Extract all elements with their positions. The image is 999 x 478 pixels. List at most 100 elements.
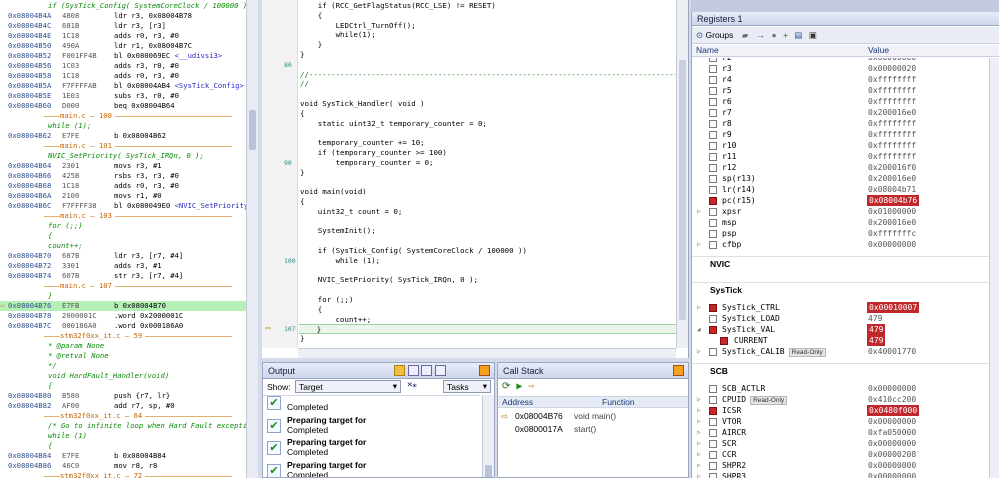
disasm-row[interactable]: 0x08004B58 1C18 adds r0, r3, #0 <box>0 71 246 81</box>
source-editor[interactable]: 80 90 100 107 ⇨ if (RCC_GetFlagStatus(RCC_LS… <box>262 0 689 358</box>
disasm-row[interactable]: 0x08004B5E 1E03 subs r3, r0, #0 <box>0 91 246 101</box>
disasm-row[interactable]: { <box>0 441 246 451</box>
disasm-row[interactable]: 0x08004B70 687B ldr r3, [r7, #4] <box>0 251 246 261</box>
disasm-row[interactable]: 0x08004B74 607B str r3, [r7, #4] <box>0 271 246 281</box>
call-stack-row[interactable]: ⇨ 0x08004B76 void main() <box>498 411 688 423</box>
disassembly-scrollbar[interactable] <box>246 0 258 478</box>
output-entry[interactable]: ✔ Preparing target for Completed <box>265 435 480 459</box>
code-line[interactable]: { <box>300 109 304 119</box>
register-section-scb[interactable]: SCB <box>692 363 989 377</box>
register-value[interactable]: 0x01000000 <box>868 206 916 217</box>
column-name[interactable]: Name <box>696 45 719 55</box>
register-row[interactable]: msp 0x200016e0 <box>692 217 989 228</box>
disasm-row[interactable]: 0x08004B62 E7FE b 0x08004B62 <box>0 131 246 141</box>
register-value[interactable]: 0x00000000 <box>868 416 916 427</box>
code-line[interactable]: { <box>300 197 304 207</box>
register-value[interactable]: 0x00000208 <box>868 449 916 460</box>
disasm-row[interactable]: 0x08004B4E 1C18 adds r0, r3, #0 <box>0 31 246 41</box>
register-value[interactable]: 0xfffffffc <box>868 228 916 239</box>
register-value[interactable]: 0x00000000 <box>868 239 916 250</box>
output-close-icon[interactable] <box>479 365 490 376</box>
output-entry[interactable]: ✔ Preparing target for Completed <box>265 413 480 437</box>
stop-icon[interactable]: ● <box>772 30 777 40</box>
registers-scrollbar[interactable] <box>989 58 999 478</box>
register-row[interactable]: ▷ SCR 0x00000000 <box>692 438 989 449</box>
clear-output-icon[interactable]: ✕⁎ <box>407 380 417 390</box>
editor-horizontal-scrollbar[interactable] <box>298 348 676 358</box>
register-value[interactable]: 479 <box>867 335 886 346</box>
code-line[interactable]: { <box>300 305 322 315</box>
disasm-row[interactable]: 0x08004B4C 681B ldr r3, [r3] <box>0 21 246 31</box>
disasm-row[interactable]: { <box>0 381 246 391</box>
register-row[interactable]: ◢ SysTick_VAL 479 <box>692 324 989 335</box>
code-line[interactable]: for (;;) <box>300 295 354 305</box>
code-line[interactable]: } <box>300 50 304 60</box>
code-line[interactable]: // <box>300 79 309 89</box>
output-scrollbar[interactable] <box>482 395 494 477</box>
disasm-row[interactable]: main.c — 100 <box>0 111 246 121</box>
register-row[interactable]: ▷ SysTick_CTRL 0x00010007 <box>692 302 989 313</box>
register-row[interactable]: pc(r15) 0x08004b76 <box>692 195 989 206</box>
code-line[interactable]: if (RCC_GetFlagStatus(RCC_LSE) != RESET) <box>300 1 496 11</box>
disasm-row[interactable]: 0x08004B86 46C0 mov r8, r8 <box>0 461 246 471</box>
column-value[interactable]: Value <box>868 45 889 55</box>
disasm-row[interactable]: 0x08004B7C 000186A0 .word 0x000186A0 <box>0 321 246 331</box>
register-value[interactable]: 0xffffffff <box>868 151 916 162</box>
register-value[interactable]: 0x410cc200 <box>868 394 916 405</box>
register-row[interactable]: r10 0xffffffff <box>692 140 989 151</box>
output-entry[interactable]: ✔ Completed <box>265 390 480 414</box>
refresh-icon[interactable]: ⟳ <box>502 381 510 392</box>
register-value[interactable]: 0x40001770 <box>868 346 916 357</box>
register-value[interactable]: 0x00000000 <box>868 438 916 449</box>
register-row[interactable]: r7 0x200016e0 <box>692 107 989 118</box>
disasm-row[interactable]: 0x08004B4A 4808 ldr r3, 0x08004B78 <box>0 11 246 21</box>
register-row[interactable]: r5 0xffffffff <box>692 85 989 96</box>
disasm-row[interactable]: 0x08004B66 425B rsbs r3, r3, #0 <box>0 171 246 181</box>
code-line[interactable]: { <box>300 11 322 21</box>
register-section-systick[interactable]: SysTick <box>692 282 989 296</box>
disasm-row[interactable]: count++; <box>0 241 246 251</box>
eraser-icon[interactable]: ▰ <box>742 30 749 40</box>
register-row[interactable]: lr(r14) 0x08004b71 <box>692 184 989 195</box>
disasm-row[interactable]: * @retval None <box>0 351 246 361</box>
code-line[interactable]: if (SysTick_Config( SystemCoreClock / 10… <box>300 246 527 256</box>
disasm-row[interactable]: void HardFault_Handler(void) <box>0 371 246 381</box>
disasm-row[interactable]: 0x08004B84 E7FE b 0x08004B84 <box>0 451 246 461</box>
column-address[interactable]: Address <box>502 397 533 407</box>
disasm-row[interactable]: } <box>0 291 246 301</box>
register-row[interactable]: ▷ VTOR 0x00000000 <box>692 416 989 427</box>
register-value[interactable]: 0x0480f000 <box>867 405 920 416</box>
register-row[interactable]: SysTick_LOAD 479 <box>692 313 989 324</box>
add-icon[interactable]: + <box>783 30 788 40</box>
register-value[interactable]: 0x00000000 <box>868 383 916 394</box>
register-section-nvic[interactable]: NVIC <box>692 256 989 270</box>
step-icon[interactable]: → <box>757 30 766 40</box>
register-row[interactable]: r4 0xffffffff <box>692 74 989 85</box>
disasm-row[interactable]: NVIC_SetPriority( SysTick_IRQn, 0 ); <box>0 151 246 161</box>
disasm-row[interactable]: 0x08004B52 F001FF4B bl 0x080069EC <__udivs… <box>0 51 246 61</box>
disasm-row[interactable]: main.c — 103 <box>0 211 246 221</box>
groups-chevron-icon[interactable]: ⊙ <box>696 30 703 40</box>
register-row[interactable]: ▷ CCR 0x00000208 <box>692 449 989 460</box>
register-row[interactable]: r11 0xffffffff <box>692 151 989 162</box>
register-value[interactable]: 0x08004b76 <box>867 195 920 206</box>
register-row[interactable]: r3 0x00000020 <box>692 63 989 74</box>
run-icon[interactable]: ▶ <box>516 381 522 392</box>
register-value[interactable]: 0xffffffff <box>868 74 916 85</box>
output-copy-icon[interactable] <box>407 365 419 377</box>
disasm-row[interactable]: * @param None <box>0 341 246 351</box>
code-line[interactable]: count++; <box>300 315 372 325</box>
code-line[interactable]: temporary_counter += 10; <box>300 138 425 148</box>
settings-icon[interactable]: ▣ <box>809 30 817 40</box>
code-line[interactable]: //--------------------------------------… <box>300 70 687 80</box>
output-save-icon[interactable] <box>421 365 433 377</box>
disasm-row[interactable]: 0x08004B82 AF00 add r7, sp, #0 <box>0 401 246 411</box>
disasm-row[interactable]: 0x08004B72 3301 adds r3, #1 <box>0 261 246 271</box>
disasm-row[interactable]: 0x08004B80 B580 push {r7, lr} <box>0 391 246 401</box>
register-value[interactable]: 0x08004b71 <box>868 184 916 195</box>
register-row[interactable]: ▷ ICSR 0x0480f000 <box>692 405 989 416</box>
disasm-row[interactable]: 0x08004B78 2000001C .word 0x2000001C <box>0 311 246 321</box>
register-value[interactable]: 0x00010007 <box>867 302 920 313</box>
register-value[interactable]: 0xffffffff <box>868 118 916 129</box>
register-row[interactable]: r9 0xffffffff <box>692 129 989 140</box>
